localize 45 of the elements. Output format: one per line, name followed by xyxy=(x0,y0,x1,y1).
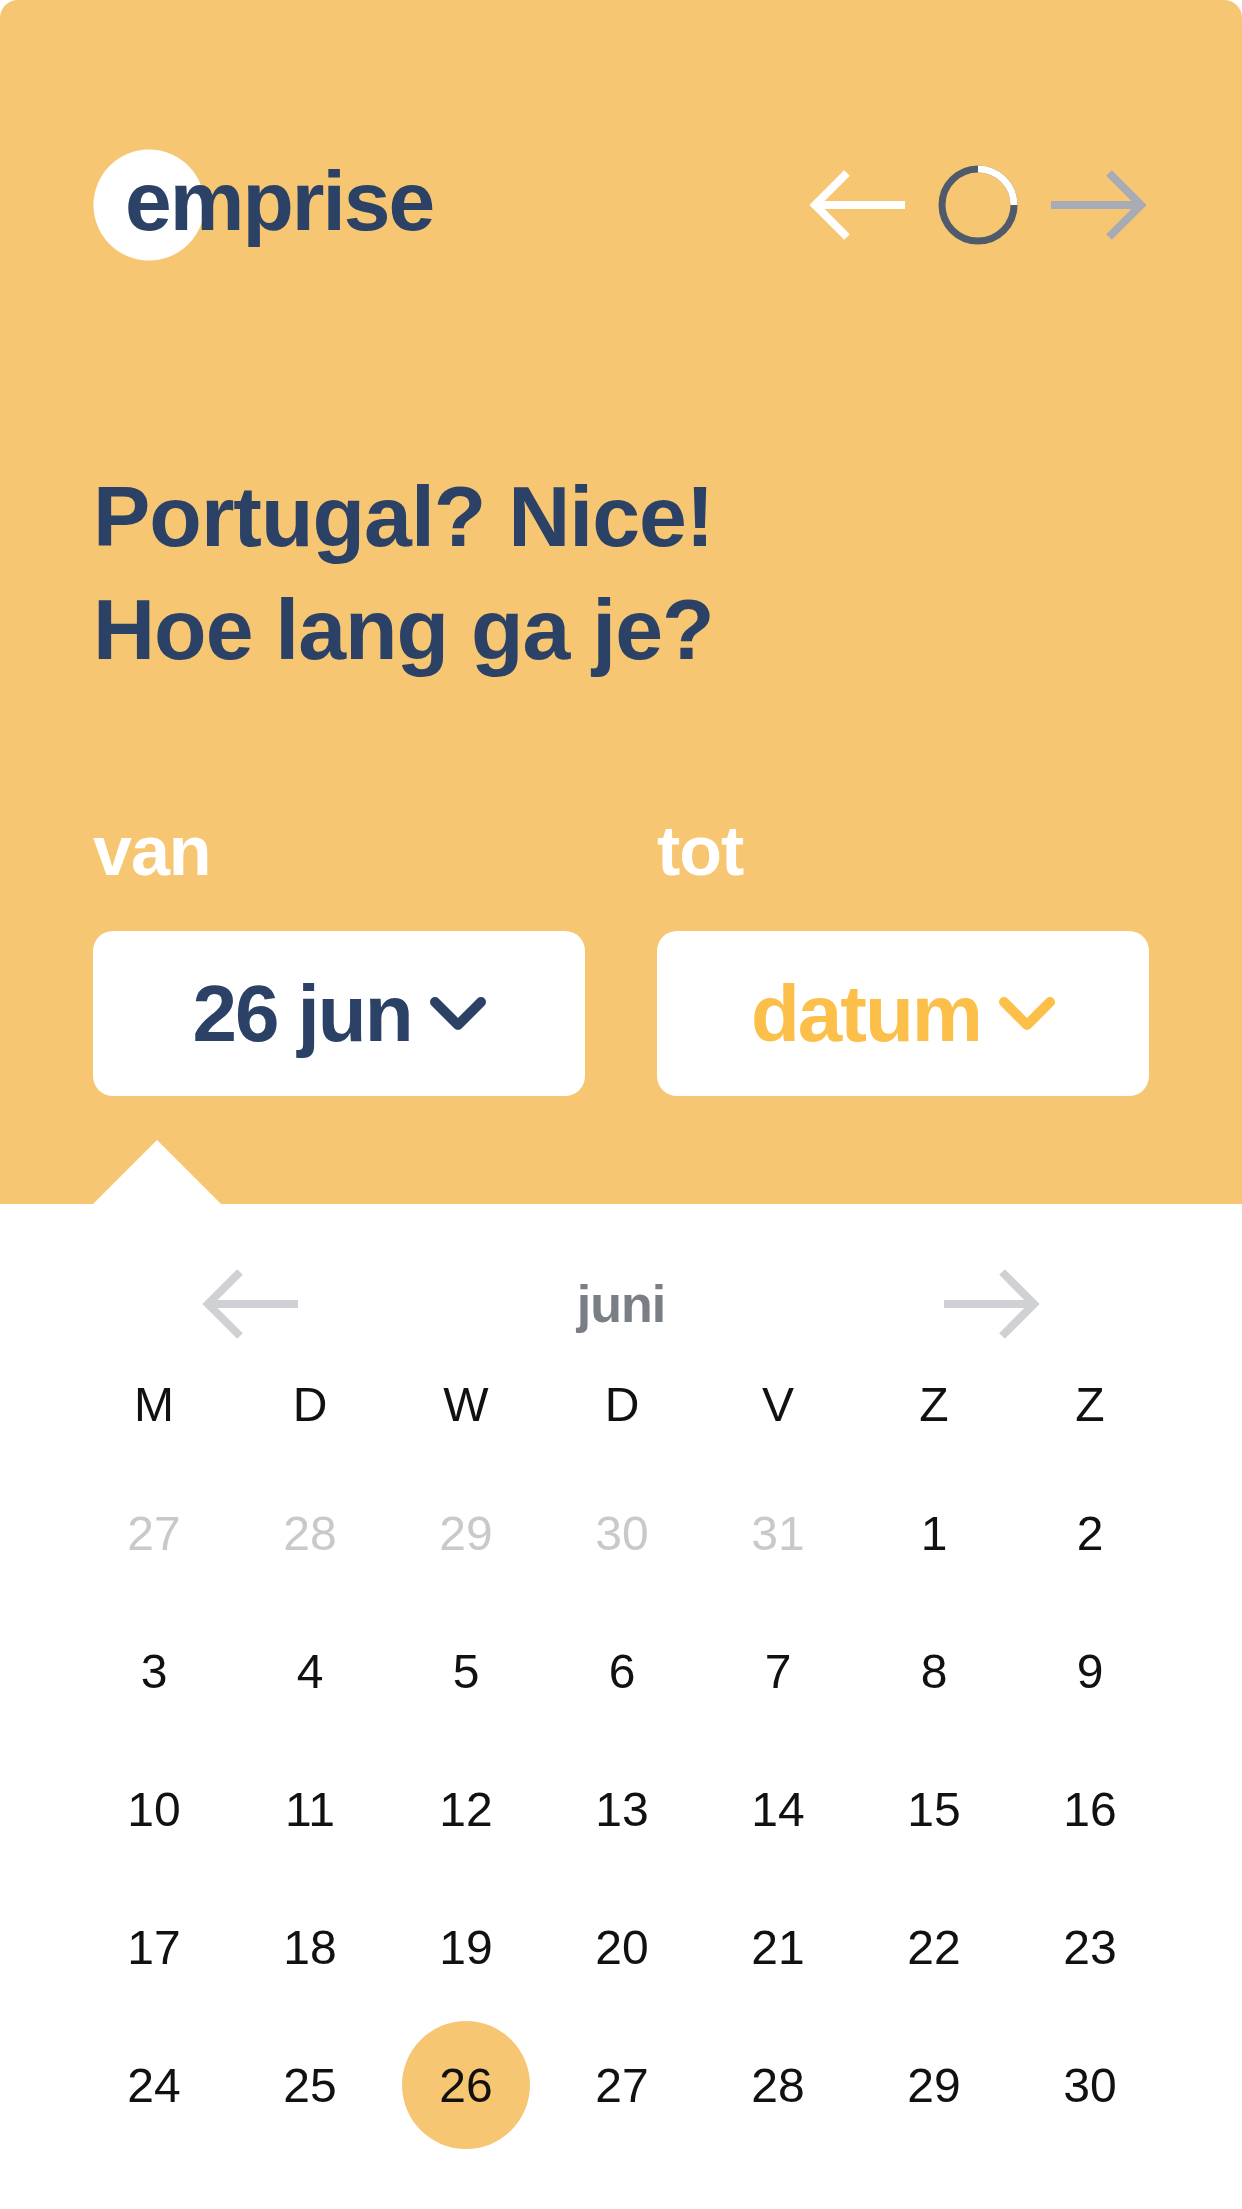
calendar-day[interactable]: 17 xyxy=(90,1883,218,2011)
month-title: juni xyxy=(576,1274,666,1334)
calendar-day[interactable]: 9 xyxy=(1026,1607,1154,1735)
calendar-day[interactable]: 24 xyxy=(90,2021,218,2149)
calendar-day[interactable]: 26 xyxy=(402,2021,530,2149)
heading: Portugal? Nice! xyxy=(93,467,714,566)
date-dropdown[interactable]: 26 jun xyxy=(93,931,585,1096)
calendar-day[interactable]: 11 xyxy=(246,1745,374,1873)
calendar-day[interactable]: 7 xyxy=(714,1607,842,1735)
weekday-label: Z xyxy=(1075,1376,1105,1432)
calendar-day[interactable]: 16 xyxy=(1026,1745,1154,1873)
calendar-day[interactable]: 10 xyxy=(90,1745,218,1873)
calendar-day[interactable]: 27 xyxy=(558,2021,686,2149)
weekday-label: D xyxy=(292,1376,328,1432)
weekday-label: Z xyxy=(919,1376,949,1432)
calendar-day[interactable]: 4 xyxy=(246,1607,374,1735)
calendar-day[interactable]: 29 xyxy=(870,2021,998,2149)
heading: Hoe lang ga je? xyxy=(93,580,714,679)
calendar-day[interactable]: 6 xyxy=(558,1607,686,1735)
chevron-down-icon xyxy=(429,996,486,1031)
calendar-day[interactable]: 5 xyxy=(402,1607,530,1735)
field-label: tot xyxy=(657,811,744,892)
field-label: van xyxy=(93,811,211,892)
weekday-label: W xyxy=(443,1376,489,1432)
calendar-day[interactable]: 30 xyxy=(1026,2021,1154,2149)
chevron-down-icon xyxy=(999,996,1055,1031)
calendar-day[interactable]: 19 xyxy=(402,1883,530,2011)
calendar-day[interactable]: 18 xyxy=(246,1883,374,2011)
calendar-day[interactable]: 12 xyxy=(402,1745,530,1873)
calendar-day[interactable]: 14 xyxy=(714,1745,842,1873)
calendar-day[interactable]: 13 xyxy=(558,1745,686,1873)
calendar-day[interactable]: 28 xyxy=(714,2021,842,2149)
weekday-label: V xyxy=(762,1376,794,1432)
calendar-day[interactable]: 8 xyxy=(870,1607,998,1735)
calendar-day[interactable]: 3 xyxy=(90,1607,218,1735)
calendar-day[interactable]: 15 xyxy=(870,1745,998,1873)
weekday-label: D xyxy=(604,1376,640,1432)
calendar-day[interactable]: 1 xyxy=(870,1469,998,1597)
calendar-day[interactable]: 21 xyxy=(714,1883,842,2011)
calendar-day[interactable]: 20 xyxy=(558,1883,686,2011)
calendar-day[interactable]: 22 xyxy=(870,1883,998,2011)
calendar-day[interactable]: 25 xyxy=(246,2021,374,2149)
calendar-day[interactable]: 2 xyxy=(1026,1469,1154,1597)
weekday-label: M xyxy=(134,1376,174,1432)
calendar-day[interactable]: 23 xyxy=(1026,1883,1154,2011)
